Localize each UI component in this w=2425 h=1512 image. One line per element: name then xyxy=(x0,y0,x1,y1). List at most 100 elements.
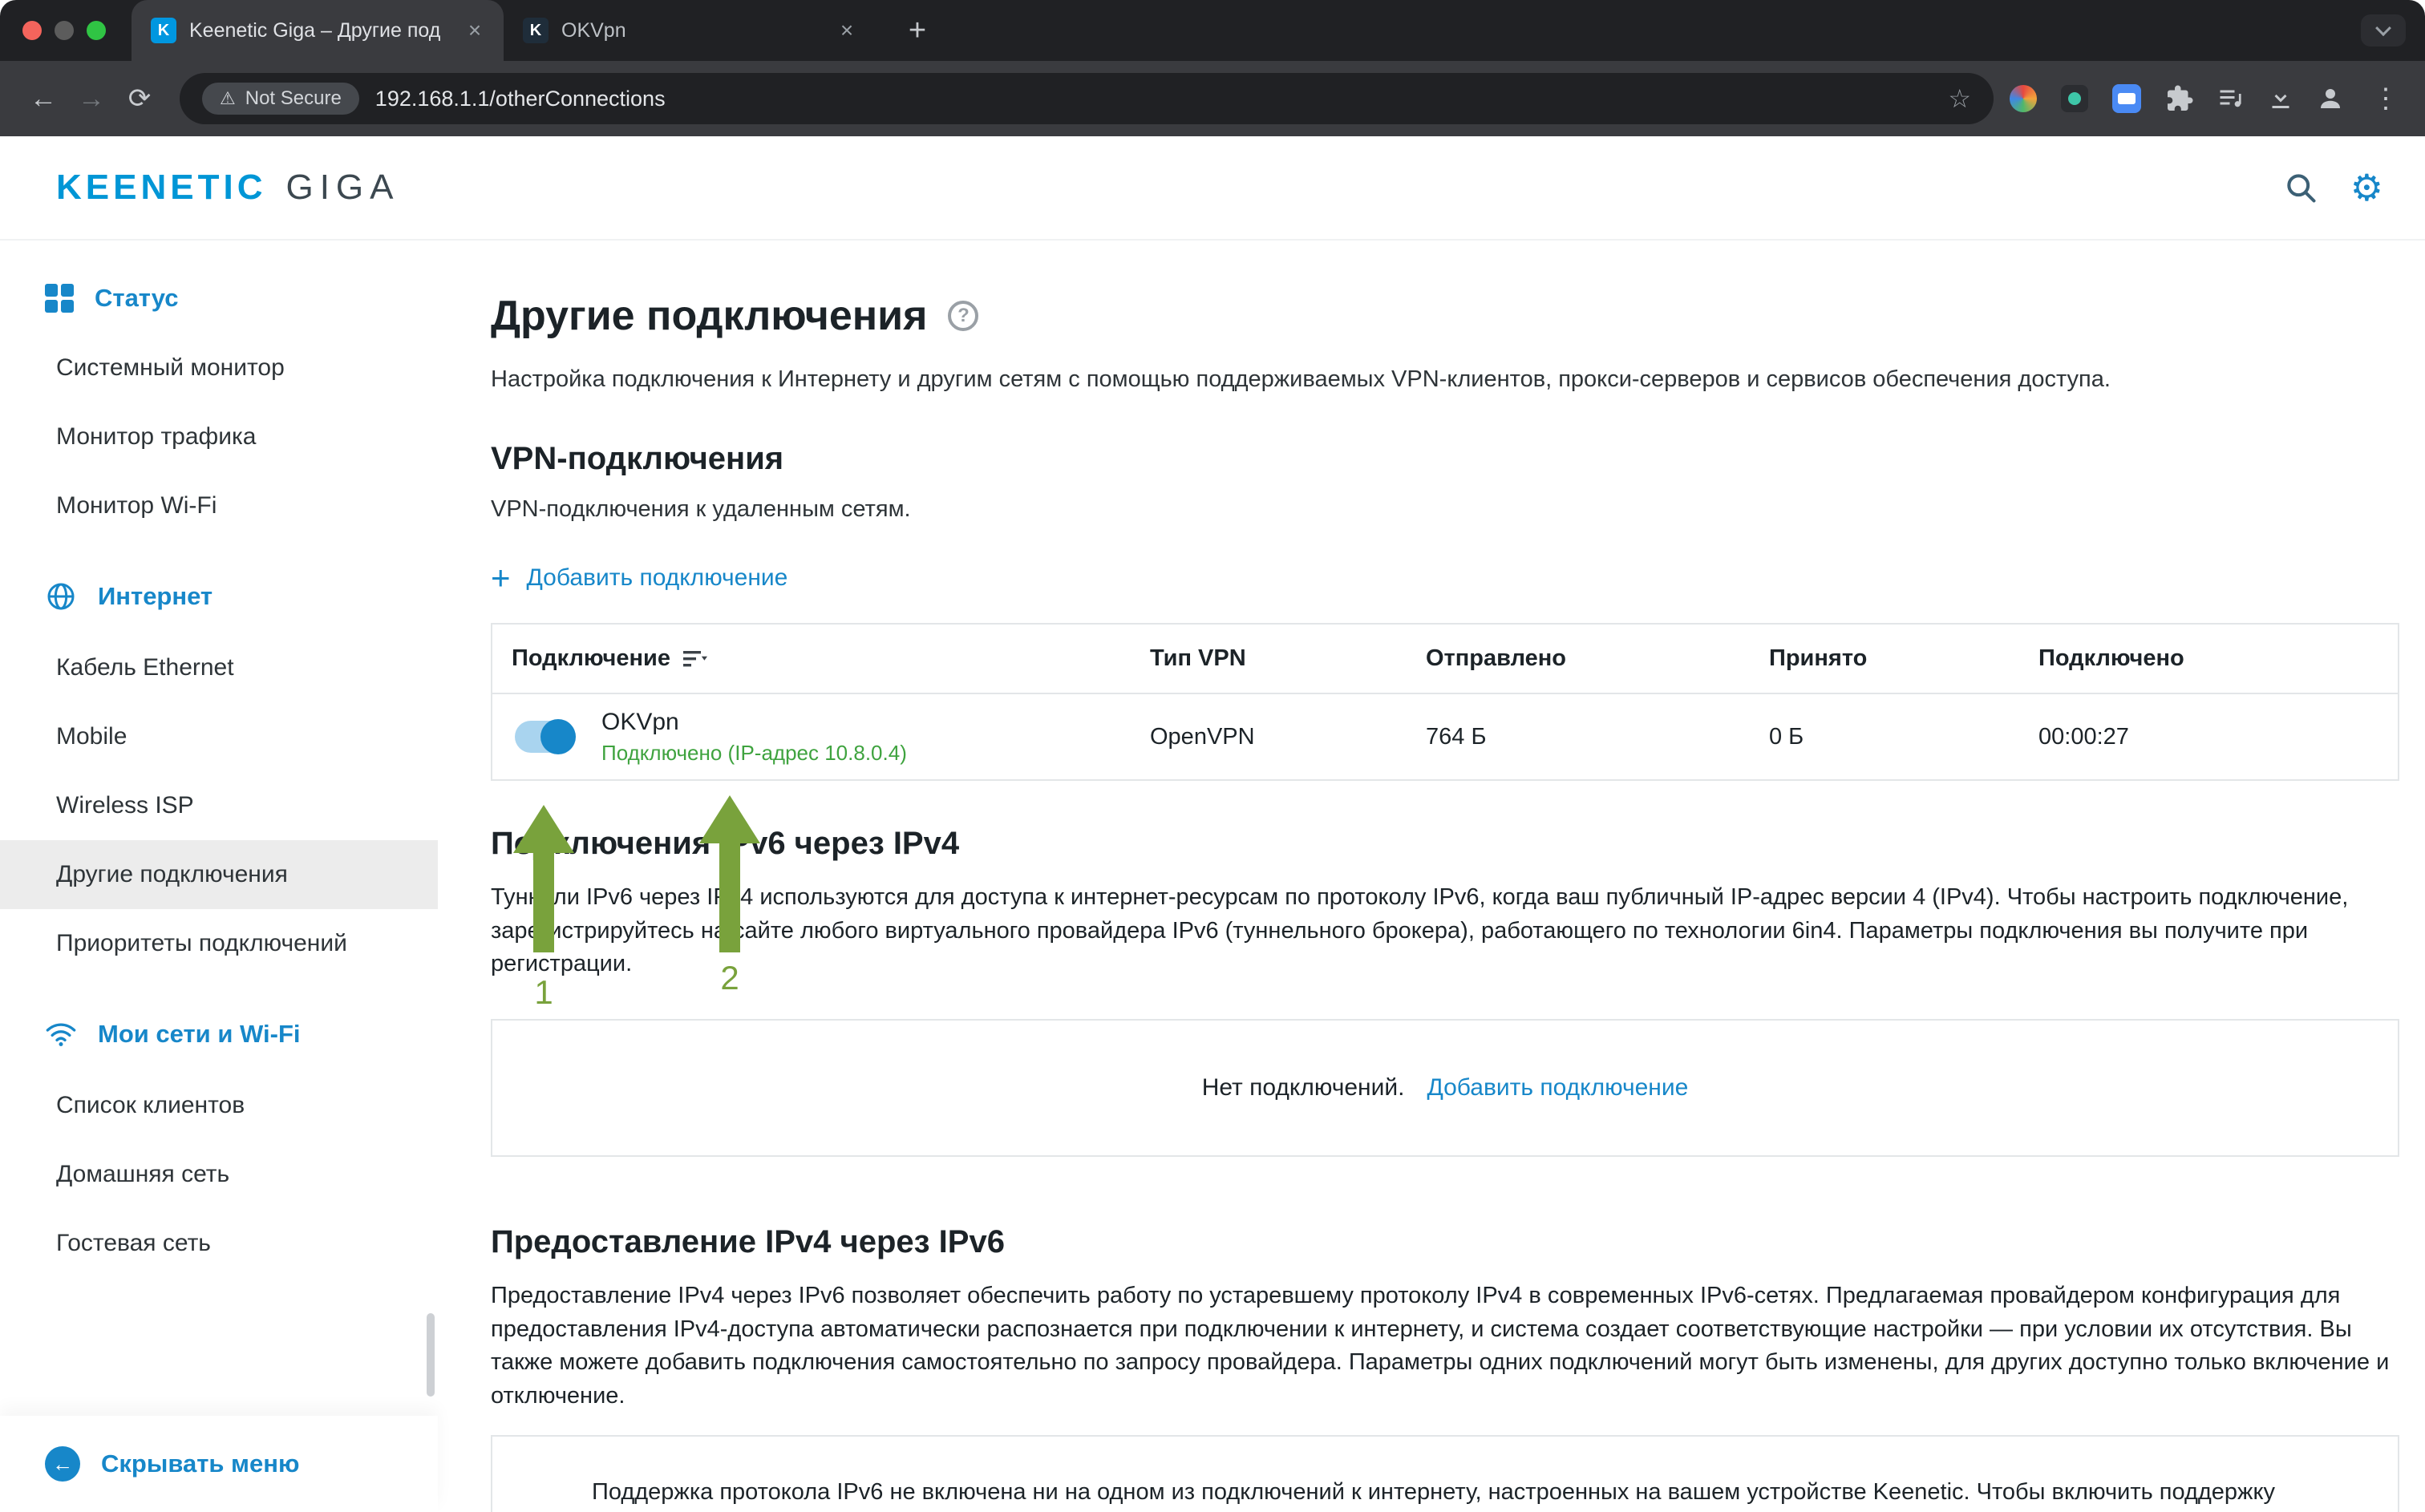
sidebar-item-wireless-isp[interactable]: Wireless ISP xyxy=(0,771,438,840)
model-name: GIGA xyxy=(285,168,399,208)
column-header-connection[interactable]: Подключение xyxy=(492,625,1131,693)
new-tab-button[interactable]: + xyxy=(898,14,937,48)
ipv6-section-description: Туннели IPv6 через IPv4 используются для… xyxy=(491,881,2399,980)
wifi-icon xyxy=(45,1018,77,1050)
section-label: Статус xyxy=(95,284,178,313)
sidebar-section-my-networks[interactable]: Мои сети и Wi-Fi xyxy=(0,997,438,1071)
arrow-up-icon xyxy=(513,805,574,853)
empty-state-text: Нет подключений. xyxy=(1202,1074,1405,1102)
vpn-enable-toggle[interactable] xyxy=(515,721,573,753)
table-row[interactable]: OKVpn Подключено (IP-адрес 10.8.0.4) Ope… xyxy=(492,693,2398,779)
column-header-received[interactable]: Принято xyxy=(1750,625,2019,693)
annotation-arrow-1: 1 xyxy=(512,805,576,1012)
vpn-section-heading: VPN-подключения xyxy=(491,441,2399,477)
ipv6-support-notice: Поддержка протокола IPv6 не включена ни … xyxy=(491,1435,2399,1512)
sidebar-item-connection-priorities[interactable]: Приоритеты подключений xyxy=(0,909,438,978)
collapse-menu-button[interactable]: ← Скрывать меню xyxy=(0,1416,438,1512)
close-tab-icon[interactable]: × xyxy=(462,18,488,43)
browser-menu-icon[interactable]: ⋮ xyxy=(2366,83,2406,115)
tab-okvpn[interactable]: K OKVpn × xyxy=(504,0,876,61)
column-header-connected[interactable]: Подключено xyxy=(2019,625,2398,693)
okvpn-favicon-icon: K xyxy=(523,18,549,43)
help-icon[interactable]: ? xyxy=(948,301,978,331)
sidebar-item-ethernet[interactable]: Кабель Ethernet xyxy=(0,633,438,702)
back-button[interactable]: ← xyxy=(19,75,67,123)
warning-icon: ⚠ xyxy=(220,88,236,109)
url-text: 192.168.1.1/otherConnections xyxy=(375,87,666,111)
sidebar-item-client-list[interactable]: Список клиентов xyxy=(0,1071,438,1140)
browser-toolbar: ← → ⟳ ⚠ Not Secure 192.168.1.1/otherConn… xyxy=(0,61,2425,136)
section-label: Мои сети и Wi-Fi xyxy=(98,1020,301,1049)
close-tab-icon[interactable]: × xyxy=(834,18,860,43)
page-intro: Настройка подключения к Интернету и друг… xyxy=(491,362,2399,396)
sidebar-section-internet[interactable]: Интернет xyxy=(0,560,438,633)
plus-icon: + xyxy=(491,561,511,595)
add-vpn-connection-link[interactable]: + Добавить подключение xyxy=(491,561,787,595)
column-header-vpn-type[interactable]: Тип VPN xyxy=(1131,625,1407,693)
annotation-label-2: 2 xyxy=(720,959,739,997)
connection-status: Подключено (IP-адрес 10.8.0.4) xyxy=(601,741,907,766)
received-value: 0 Б xyxy=(1750,711,2019,763)
connection-name[interactable]: OKVpn xyxy=(601,709,907,736)
app-header: KEENETIC GIGA ⚙ xyxy=(0,136,2425,241)
close-window-button[interactable] xyxy=(22,21,42,40)
security-chip[interactable]: ⚠ Not Secure xyxy=(202,83,359,115)
sidebar-scrollbar[interactable] xyxy=(427,1313,435,1397)
tab-strip: K Keenetic Giga – Другие под × K OKVpn ×… xyxy=(0,0,2425,61)
sent-value: 764 Б xyxy=(1407,711,1750,763)
keenetic-logo: KEENETIC xyxy=(56,168,266,208)
search-icon[interactable] xyxy=(2283,170,2318,205)
forward-button[interactable]: → xyxy=(67,75,115,123)
tab-title: Keenetic Giga – Другие под xyxy=(189,19,449,42)
section-label: Интернет xyxy=(98,582,213,611)
connected-time-value: 00:00:27 xyxy=(2019,711,2398,763)
minimize-window-button[interactable] xyxy=(55,21,74,40)
extension-icon[interactable] xyxy=(2061,85,2088,112)
sidebar-section-status[interactable]: Статус xyxy=(0,263,438,334)
address-bar[interactable]: ⚠ Not Secure 192.168.1.1/otherConnection… xyxy=(180,73,1994,124)
media-controls-icon[interactable] xyxy=(2217,84,2245,113)
arrow-left-icon: ← xyxy=(45,1446,80,1482)
zoom-window-button[interactable] xyxy=(87,21,106,40)
browser-window: K Keenetic Giga – Другие под × K OKVpn ×… xyxy=(0,0,2425,1512)
ipv4-section-heading: Предоставление IPv4 через IPv6 xyxy=(491,1224,2399,1260)
downloads-icon[interactable] xyxy=(2266,84,2295,113)
sort-icon[interactable] xyxy=(683,649,707,669)
tab-title: OKVpn xyxy=(561,19,821,42)
add-ipv6-connection-link[interactable]: Добавить подключение xyxy=(1427,1074,1688,1102)
dashboard-icon xyxy=(45,284,74,313)
sidebar-item-other-connections[interactable]: Другие подключения xyxy=(0,840,438,909)
toggle-knob xyxy=(540,719,576,754)
sidebar-item-system-monitor[interactable]: Системный монитор xyxy=(0,334,438,402)
sidebar-item-mobile[interactable]: Mobile xyxy=(0,702,438,771)
security-label: Not Secure xyxy=(245,87,342,110)
sidebar-item-wifi-monitor[interactable]: Монитор Wi-Fi xyxy=(0,471,438,540)
extension-icon[interactable] xyxy=(2010,85,2037,112)
globe-icon xyxy=(45,580,77,612)
chevron-down-icon xyxy=(2375,20,2391,36)
page-title: Другие подключения xyxy=(491,292,927,340)
sidebar-item-traffic-monitor[interactable]: Монитор трафика xyxy=(0,402,438,471)
reload-button[interactable]: ⟳ xyxy=(115,75,164,123)
add-link-label: Добавить подключение xyxy=(527,564,788,592)
ipv4-section-description: Предоставление IPv4 через IPv6 позволяет… xyxy=(491,1280,2399,1413)
puzzle-extensions-icon[interactable] xyxy=(2165,84,2194,113)
keyboard-extension-icon[interactable] xyxy=(2112,84,2141,113)
profile-icon[interactable] xyxy=(2316,84,2345,113)
gear-icon[interactable]: ⚙ xyxy=(2350,169,2383,206)
keenetic-favicon-icon: K xyxy=(151,18,176,43)
tab-keenetic[interactable]: K Keenetic Giga – Другие под × xyxy=(132,0,504,61)
bookmark-star-icon[interactable]: ☆ xyxy=(1948,83,1971,114)
column-header-sent[interactable]: Отправлено xyxy=(1407,625,1750,693)
annotation-arrow-2: 2 xyxy=(698,795,762,997)
window-controls xyxy=(0,21,132,40)
sidebar-item-guest-network[interactable]: Гостевая сеть xyxy=(0,1209,438,1278)
ipv6-empty-state: Нет подключений. Добавить подключение xyxy=(491,1019,2399,1157)
ipv6-section-heading: Подключения IPv6 через IPv4 xyxy=(491,826,2399,862)
arrow-up-icon xyxy=(699,795,760,843)
vpn-connections-table: Подключение Тип VPN Отправлено Принято П… xyxy=(491,623,2399,781)
sidebar-item-home-network[interactable]: Домашняя сеть xyxy=(0,1140,438,1209)
annotation-label-1: 1 xyxy=(534,973,553,1012)
tab-search-button[interactable] xyxy=(2361,14,2406,46)
collapse-label: Скрывать меню xyxy=(101,1449,299,1478)
